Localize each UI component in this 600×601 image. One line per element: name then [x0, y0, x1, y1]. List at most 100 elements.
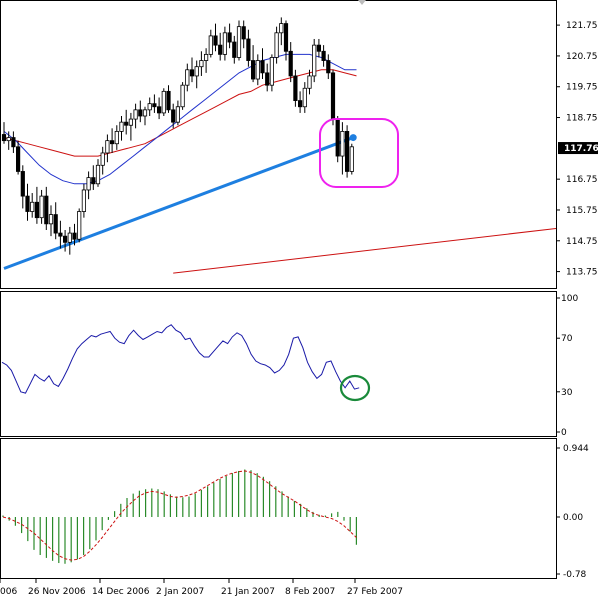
oscillator-axis-tick-label: 70: [561, 334, 573, 344]
last-price-label: 117.76: [564, 144, 599, 154]
candle-body: [283, 23, 289, 52]
candle-body: [265, 72, 270, 86]
candle-body: [274, 32, 279, 58]
candle-body: [307, 75, 312, 89]
candle-body: [227, 32, 232, 43]
candle-body: [81, 189, 86, 212]
candle-body: [269, 57, 275, 86]
oscillator-axis-tick-label: 30: [561, 388, 573, 398]
trendline-endpoint: [349, 134, 357, 142]
candle-body: [189, 69, 195, 77]
price-axis-tick-label: 115.75: [566, 206, 598, 216]
oscillator-axis-tick-label: 100: [561, 294, 578, 304]
date-axis-tick-label: 21 Jan 2007: [221, 587, 275, 597]
candle-body: [105, 140, 110, 154]
candle-body: [180, 84, 185, 108]
candle-body: [114, 131, 119, 145]
candle-body: [279, 23, 284, 34]
candle-body: [194, 66, 199, 77]
candle-body: [312, 44, 317, 77]
candle-body: [171, 109, 176, 123]
candle-body: [255, 60, 260, 80]
date-axis-tick-label: 14 Dec 2006: [92, 587, 150, 597]
candle-body: [288, 50, 293, 77]
candle-body: [166, 90, 171, 111]
candle-body: [152, 103, 157, 108]
forex-chart: 121.75 120.75 119.75 118.75 116.75 115.75 114.…: [0, 0, 599, 597]
candle-body: [67, 232, 72, 243]
candle-body: [156, 106, 162, 114]
candle-body: [203, 53, 209, 61]
candle-body: [161, 90, 166, 114]
macd-panel-frame: [0, 438, 557, 579]
candle-body: [175, 106, 180, 123]
date-axis-tick-label: 2 Jan 2007: [156, 587, 204, 597]
candle-body: [6, 137, 11, 142]
price-axis-tick-label: 113.75: [566, 268, 598, 278]
price-axis-tick-label: 114.75: [566, 237, 598, 247]
candle-body: [15, 146, 21, 172]
candle-body: [232, 41, 237, 58]
candle-body: [128, 118, 133, 126]
candle-body: [91, 177, 96, 185]
candle-body: [95, 164, 101, 185]
macd-axis-tick-label: 0.00: [563, 513, 583, 523]
candle-body: [335, 118, 340, 157]
candle-body: [25, 195, 30, 212]
candle-body: [326, 60, 331, 74]
price-axis-tick-label: 119.75: [566, 83, 598, 93]
candle-body: [77, 211, 82, 240]
candle-body: [250, 60, 256, 80]
date-axis-tick-label: 8 Feb 2007: [285, 587, 335, 597]
candle-body: [241, 26, 246, 40]
candle-body: [293, 75, 298, 101]
price-axis-tick-label: 116.75: [566, 175, 598, 185]
candle-body: [199, 60, 204, 68]
candle-body: [1, 134, 7, 142]
candle-body: [147, 103, 152, 111]
candle-body: [330, 72, 336, 120]
candle-body: [110, 140, 115, 145]
price-axis-tick-label: 121.75: [566, 21, 598, 31]
candle-body: [133, 109, 138, 120]
candle-body: [34, 201, 40, 219]
candle-body: [124, 121, 129, 126]
price-axis-tick-label: 118.75: [566, 114, 598, 124]
candle-body: [344, 131, 350, 172]
candle-body: [222, 32, 227, 55]
candle-body: [213, 35, 218, 46]
candle-body: [218, 44, 223, 55]
candle-body: [321, 50, 326, 61]
candle-body: [302, 87, 307, 108]
candle-body: [340, 131, 345, 157]
candle-body: [20, 171, 25, 197]
candle-body: [53, 214, 58, 234]
candle-body: [30, 201, 35, 212]
candle-body: [63, 235, 68, 243]
candle-body: [260, 60, 265, 74]
candle-body: [208, 35, 213, 55]
candle-body: [138, 109, 143, 117]
candle-body: [185, 69, 190, 86]
candle-body: [86, 177, 91, 191]
macd-axis-tick-label: 0.944: [563, 444, 589, 454]
candle-body: [100, 152, 105, 166]
candle-body: [316, 44, 322, 52]
price-axis-tick-label: 120.75: [566, 52, 598, 62]
candle-body: [236, 26, 242, 58]
macd-axis-tick-label: -0.78: [563, 570, 587, 580]
oscillator-axis-tick-label: 0: [561, 428, 567, 438]
candle-body: [142, 109, 148, 117]
date-axis-tick-label: 26 Nov 2006: [28, 587, 86, 597]
candle-body: [297, 100, 303, 108]
candle-body: [39, 195, 44, 219]
candle-body: [58, 232, 63, 237]
date-axis-tick-label: 006: [0, 587, 17, 597]
candle-body: [72, 232, 77, 240]
candle-body: [11, 137, 16, 148]
candle-body: [44, 195, 49, 225]
date-axis-tick-label: 27 Feb 2007: [347, 587, 403, 597]
candle-body: [349, 146, 354, 172]
candle-body: [119, 121, 124, 132]
candle-body: [246, 38, 251, 61]
